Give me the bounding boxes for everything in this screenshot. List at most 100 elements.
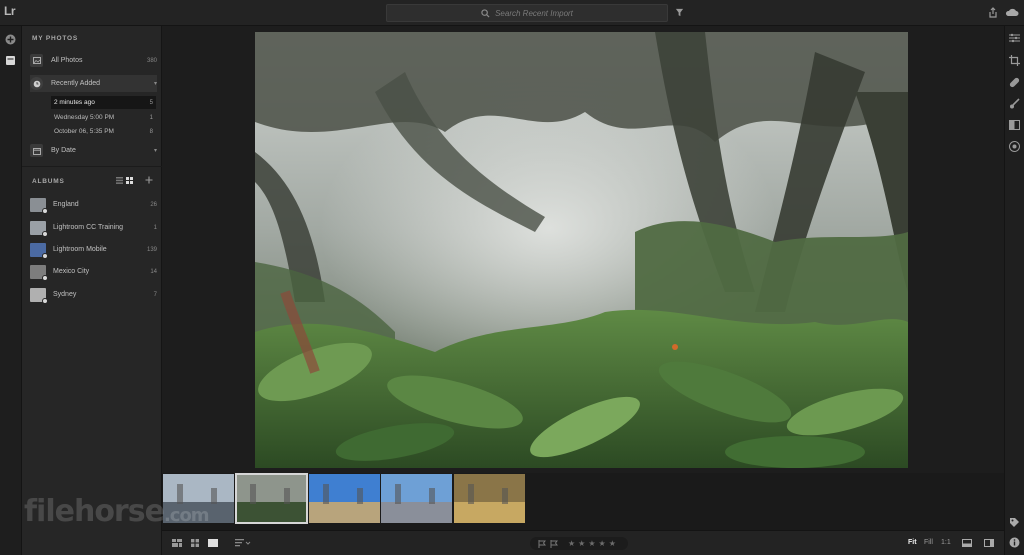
add-album-icon[interactable] xyxy=(145,176,153,184)
filmstrip-thumbnail[interactable] xyxy=(309,474,380,523)
recent-item-count: 5 xyxy=(149,99,153,106)
square-grid-icon[interactable] xyxy=(172,539,182,547)
album-count: 139 xyxy=(146,246,157,253)
recently-added-item[interactable]: Recently Added ▾ xyxy=(30,75,157,92)
library-icon[interactable] xyxy=(5,55,16,66)
compare-icon[interactable] xyxy=(984,539,994,547)
search-icon xyxy=(481,8,490,18)
album-thumbnail xyxy=(30,264,48,281)
brush-icon[interactable] xyxy=(1009,98,1020,109)
album-item[interactable]: Lightroom Mobile 139 xyxy=(30,241,157,259)
chevron-down-icon[interactable]: ▾ xyxy=(154,80,157,87)
star-icon[interactable]: ★ xyxy=(568,539,575,548)
tag-icon[interactable] xyxy=(1009,517,1020,528)
sync-icon xyxy=(42,297,48,304)
album-item[interactable]: Mexico City 14 xyxy=(30,263,157,281)
recent-item-label: Wednesday 5:00 PM xyxy=(54,114,115,121)
forest-photo-image xyxy=(255,32,908,468)
info-icon[interactable] xyxy=(1009,537,1020,548)
star-icon[interactable]: ★ xyxy=(609,539,616,548)
star-icon[interactable]: ★ xyxy=(599,539,606,548)
photos-icon xyxy=(30,54,43,67)
sync-icon xyxy=(42,207,48,214)
recent-item-label: 2 minutes ago xyxy=(54,99,95,106)
add-photos-icon[interactable] xyxy=(5,34,16,45)
filmstrip xyxy=(162,473,1004,530)
album-thumbnail xyxy=(30,220,48,237)
thumbnail-image xyxy=(381,474,452,523)
recent-item[interactable]: 2 minutes ago 5 xyxy=(51,96,156,109)
album-thumbnail xyxy=(30,197,48,214)
recently-added-label: Recently Added xyxy=(51,80,101,87)
calendar-icon xyxy=(30,144,43,157)
main-photo[interactable] xyxy=(255,32,908,468)
filmstrip-thumbnail[interactable] xyxy=(235,473,308,524)
edit-sliders-icon[interactable] xyxy=(1009,33,1020,43)
left-rail xyxy=(0,26,22,555)
rating-control: ★ ★ ★ ★ ★ xyxy=(530,537,628,550)
album-item[interactable]: Lightroom CC Training 1 xyxy=(30,219,157,237)
divider xyxy=(22,166,162,167)
detail-view-icon[interactable] xyxy=(208,539,218,547)
app-logo: Lr xyxy=(4,4,16,18)
bottom-bar: ★ ★ ★ ★ ★ Fit Fill 1:1 xyxy=(162,530,1004,555)
album-thumbnail xyxy=(30,287,48,304)
album-count: 14 xyxy=(150,268,157,275)
chevron-down-icon[interactable]: ▾ xyxy=(154,147,157,154)
search-placeholder: Search Recent Import xyxy=(495,8,573,18)
thumbnail-image xyxy=(309,474,380,523)
filmstrip-toggle-icon[interactable] xyxy=(962,539,972,547)
flag-icon[interactable] xyxy=(538,539,547,548)
sort-icon[interactable] xyxy=(235,539,251,547)
sync-icon xyxy=(42,274,48,281)
all-photos-item[interactable]: All Photos 380 xyxy=(30,52,157,69)
sync-icon xyxy=(42,252,48,259)
by-date-label: By Date xyxy=(51,147,76,154)
thumbnail-image xyxy=(236,474,307,523)
grid-view-icon[interactable] xyxy=(126,177,133,184)
reject-flag-icon[interactable] xyxy=(550,539,559,548)
main-view xyxy=(162,26,1004,473)
album-count: 26 xyxy=(150,201,157,208)
recent-item-label: October 06, 5:35 PM xyxy=(54,128,114,135)
recent-item-count: 1 xyxy=(149,114,153,121)
linear-gradient-icon[interactable] xyxy=(1009,120,1020,130)
all-photos-count: 380 xyxy=(146,57,157,64)
sync-icon xyxy=(42,230,48,237)
album-item[interactable]: England 26 xyxy=(30,196,157,214)
album-label: Mexico City xyxy=(53,268,90,275)
grid-icon[interactable] xyxy=(191,539,199,547)
left-panel: MY PHOTOS All Photos 380 Recently Added … xyxy=(22,26,162,555)
list-view-icon[interactable] xyxy=(116,177,123,184)
album-label: Lightroom Mobile xyxy=(53,246,107,253)
zoom-1to1-button[interactable]: 1:1 xyxy=(941,539,951,546)
filmstrip-thumbnail[interactable] xyxy=(454,474,525,523)
album-thumbnail xyxy=(30,242,48,259)
recent-item[interactable]: October 06, 5:35 PM 8 xyxy=(51,125,156,138)
healing-brush-icon[interactable] xyxy=(1009,77,1020,88)
search-input[interactable]: Search Recent Import xyxy=(386,4,668,22)
thumbnail-image xyxy=(454,474,525,523)
share-icon[interactable] xyxy=(988,7,998,18)
recent-item[interactable]: Wednesday 5:00 PM 1 xyxy=(51,111,156,124)
cloud-icon[interactable] xyxy=(1005,8,1019,17)
filmstrip-thumbnail[interactable] xyxy=(163,474,234,523)
filter-icon[interactable] xyxy=(675,8,684,17)
crop-icon[interactable] xyxy=(1009,55,1020,66)
by-date-item[interactable]: By Date ▾ xyxy=(30,142,157,159)
star-icon[interactable]: ★ xyxy=(588,539,595,548)
star-icon[interactable]: ★ xyxy=(578,539,585,548)
right-rail xyxy=(1004,26,1024,555)
zoom-fill-button[interactable]: Fill xyxy=(924,539,933,546)
my-photos-header: MY PHOTOS xyxy=(32,35,78,42)
clock-icon xyxy=(30,77,43,90)
album-count: 1 xyxy=(153,224,157,231)
thumbnail-image xyxy=(163,474,234,523)
filmstrip-thumbnail[interactable] xyxy=(381,474,452,523)
album-item[interactable]: Sydney 7 xyxy=(30,286,157,304)
album-label: Lightroom CC Training xyxy=(53,224,124,231)
album-label: Sydney xyxy=(53,291,77,298)
zoom-fit-button[interactable]: Fit xyxy=(908,539,917,546)
radial-gradient-icon[interactable] xyxy=(1009,141,1020,152)
album-label: England xyxy=(53,201,79,208)
